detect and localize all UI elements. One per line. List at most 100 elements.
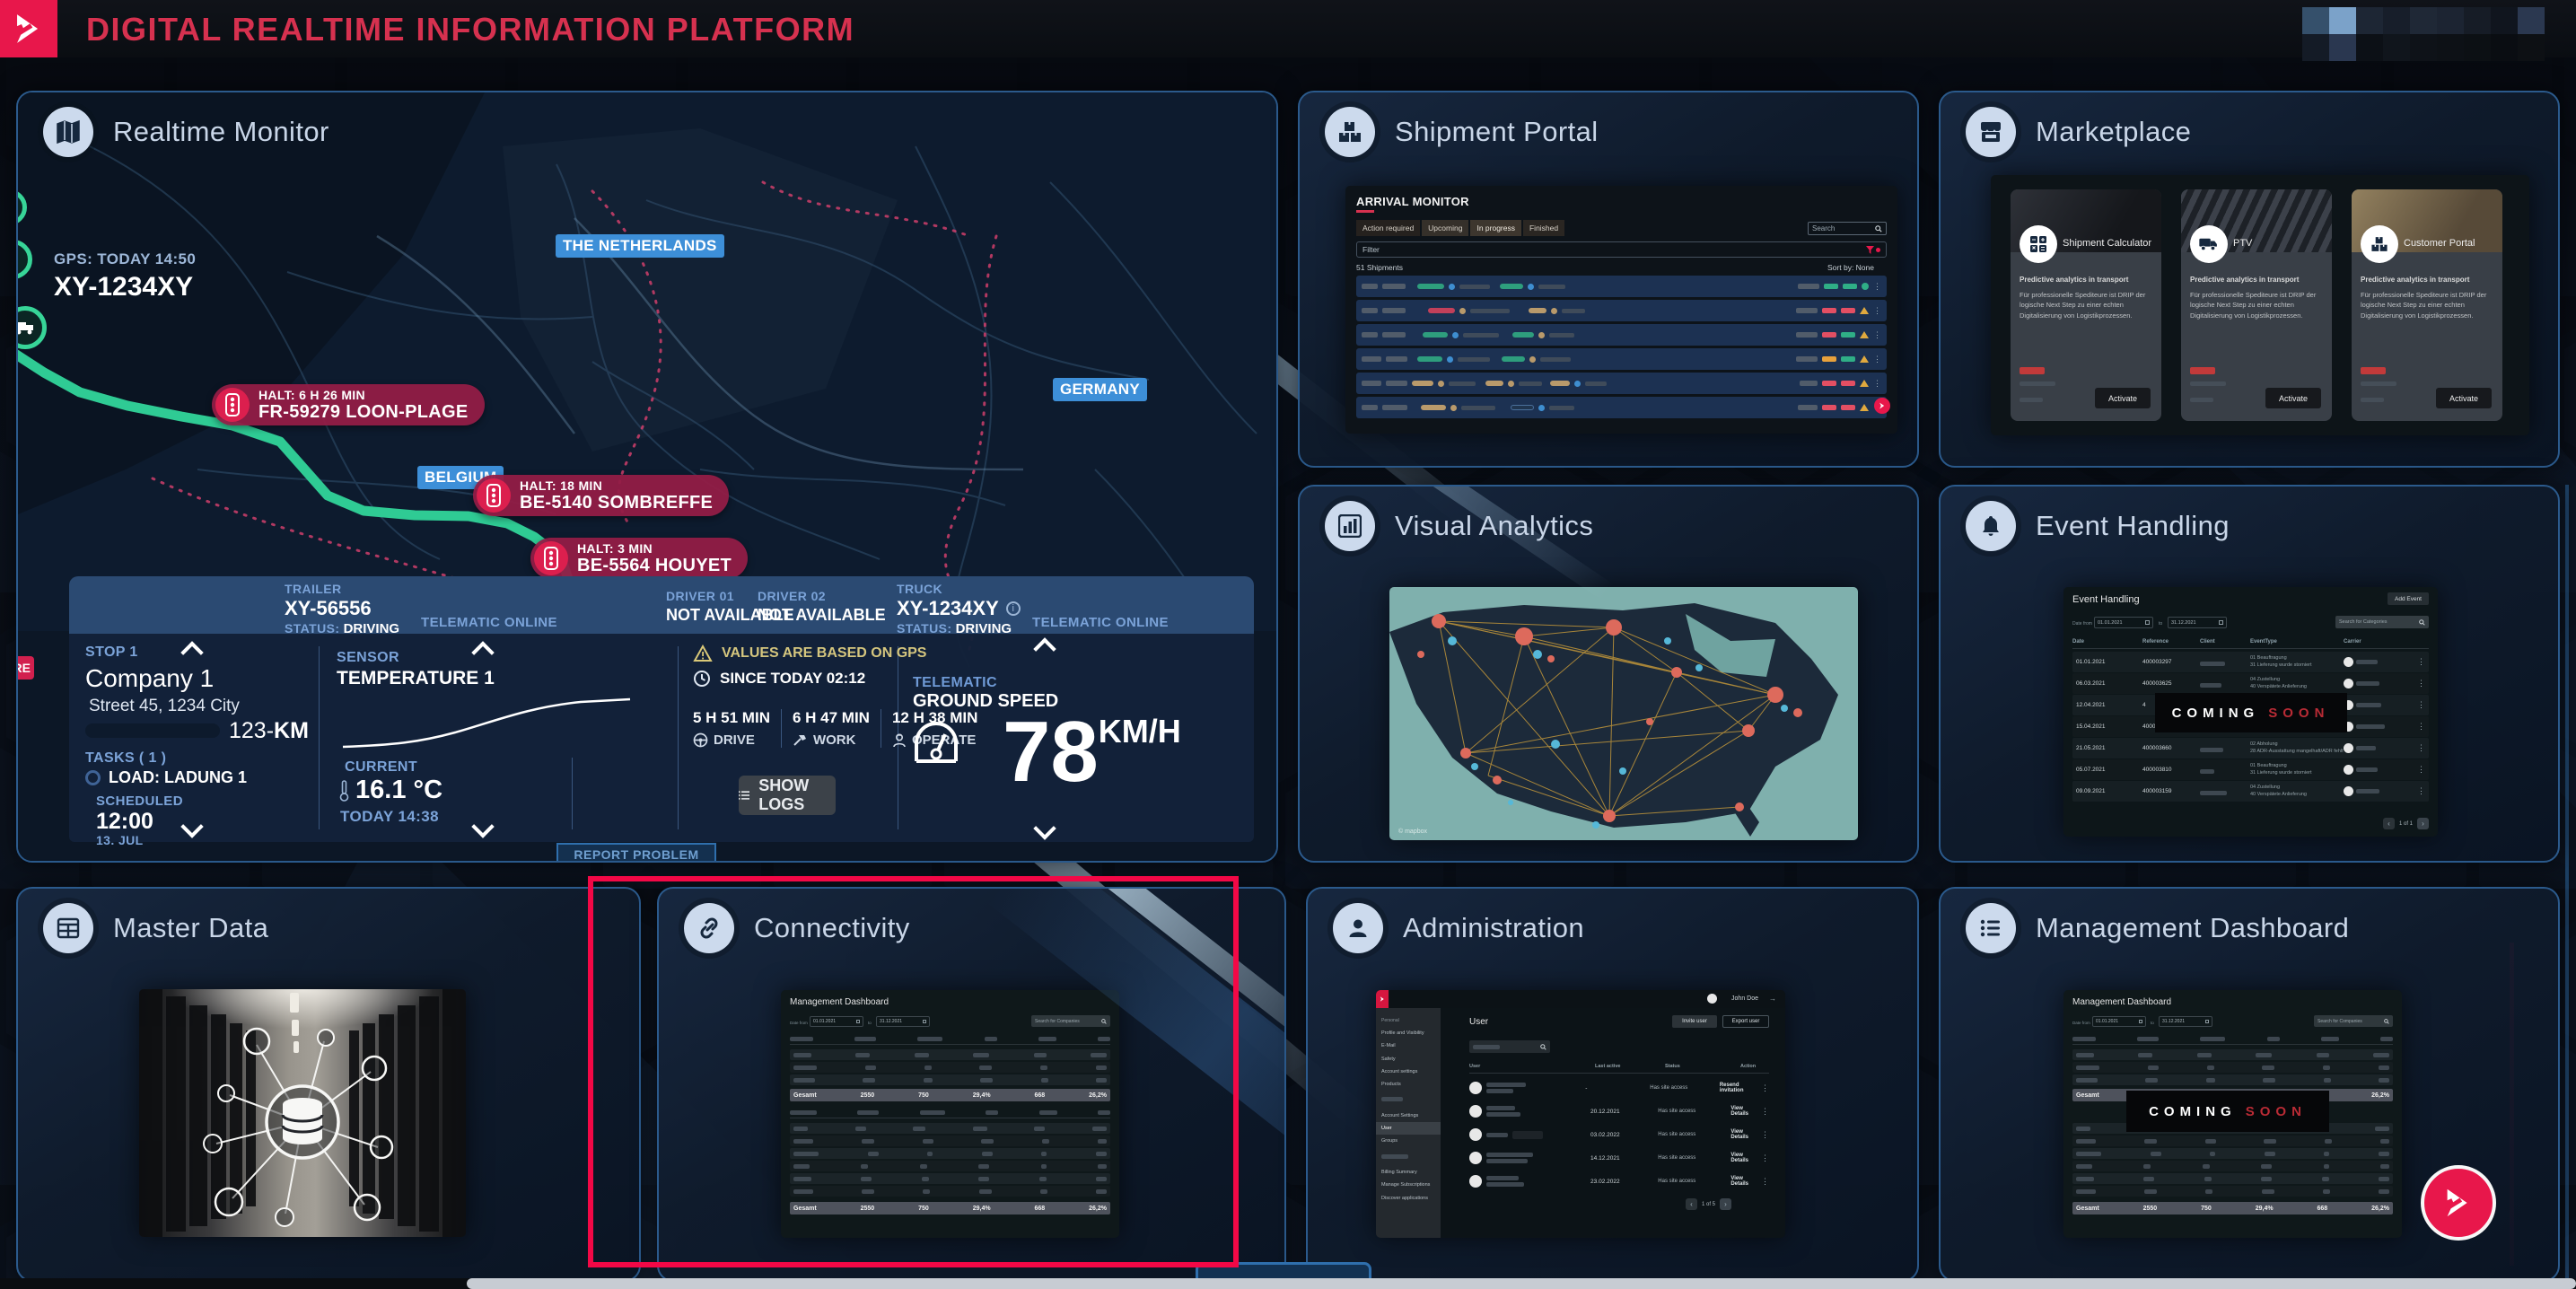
event-row[interactable]: 05.07.2021 400003810 01 Beauftragung 31 L… <box>2072 759 2429 780</box>
horizontal-scrollbar[interactable] <box>0 1278 2576 1289</box>
report-problem-button[interactable]: REPORT PROBLEM <box>556 843 716 861</box>
activate-button[interactable]: Activate <box>2265 388 2321 408</box>
sidebar-item[interactable]: Products <box>1381 1078 1441 1091</box>
card-description: Für professionelle Spediteure ist DRIP d… <box>2361 291 2487 320</box>
sidebar-item[interactable]: Profile and Visibility <box>1381 1027 1441 1039</box>
search-input[interactable]: Search <box>1808 222 1887 235</box>
next-page-button[interactable]: › <box>2417 818 2429 829</box>
search-input[interactable]: Search for Categories <box>2335 616 2429 628</box>
tab-upcoming[interactable]: Upcoming <box>1422 220 1469 236</box>
sidebar-item[interactable]: Billing Summary <box>1381 1166 1441 1179</box>
chevron-up-icon[interactable] <box>180 641 204 664</box>
marketplace-card[interactable]: Shipment Calculator Predictive analytics… <box>2011 189 2161 421</box>
sidebar-item[interactable]: Account settings <box>1381 1065 1441 1078</box>
tile-master-data[interactable]: Master Data <box>16 887 641 1282</box>
search-input[interactable] <box>1469 1040 1550 1053</box>
tile-marketplace[interactable]: Marketplace Shipment Calculator Predicti… <box>1939 91 2560 468</box>
user-row[interactable]: 14.12.2021 Has site access View Details … <box>1469 1146 1769 1170</box>
sidebar-item[interactable]: Groups <box>1381 1135 1441 1147</box>
chevron-up-icon[interactable] <box>471 641 495 664</box>
logout-icon[interactable]: → <box>1769 995 1776 1003</box>
user-row[interactable]: - Has site access Resend invitation ⋮ <box>1469 1076 1769 1100</box>
tile-event-handling[interactable]: Event Handling Event Handling Add Event … <box>1939 485 2560 863</box>
tile-title: Realtime Monitor <box>113 116 329 147</box>
tab-action-required[interactable]: Action required <box>1356 220 1421 236</box>
marketplace-card[interactable]: Customer Portal Predictive analytics in … <box>2352 189 2502 421</box>
event-row[interactable]: 09.09.2021 400003159 04 Zustellung 40 Ver… <box>2072 781 2429 802</box>
activate-button[interactable]: Activate <box>2095 388 2151 408</box>
scrollbar-thumb[interactable] <box>467 1278 2576 1289</box>
management-dashboard-preview[interactable]: Management Dashboard Date from 01.01.202… <box>2063 990 2402 1238</box>
sidebar-item[interactable]: Safety <box>1381 1053 1441 1065</box>
filter-icon <box>1866 245 1874 254</box>
shipment-row[interactable]: ⋮ <box>1356 397 1887 418</box>
shipment-row[interactable]: ⋮ <box>1356 324 1887 346</box>
shipment-row[interactable]: ⋮ <box>1356 276 1887 297</box>
tile-realtime-monitor[interactable]: RE GPS: TODAY 14:50 XY-1234XY THE NETHER… <box>16 91 1278 863</box>
sidebar-item[interactable]: Account Settings <box>1381 1109 1441 1122</box>
tile-administration[interactable]: Administration John Doe → Personal Profi… <box>1306 887 1919 1282</box>
chevron-down-icon[interactable] <box>180 815 204 838</box>
search-input[interactable]: Search for Companies <box>2314 1015 2393 1027</box>
next-page-button[interactable]: › <box>1720 1198 1731 1210</box>
fab-logo-button[interactable] <box>2421 1165 2496 1241</box>
current-time: TODAY 14:38 <box>340 808 439 825</box>
tab-finished[interactable]: Finished <box>1522 220 1565 236</box>
event-handling-preview[interactable]: Event Handling Add Event Date from 01.01… <box>2063 587 2438 837</box>
prev-page-button[interactable]: ‹ <box>1685 1198 1697 1210</box>
user-name: John Doe <box>1731 995 1758 1002</box>
sidebar-item[interactable]: Manage Subscriptions <box>1381 1179 1441 1191</box>
event-row[interactable]: 21.05.2021 400003660 02 Abholung 28 ADR-A… <box>2072 738 2429 758</box>
user-row[interactable]: 03.02.2022 Has site access View Details … <box>1469 1123 1769 1146</box>
tab-in-progress[interactable]: In progress <box>1470 220 1521 236</box>
sidebar-item[interactable]: E-Mail <box>1381 1039 1441 1052</box>
filter-bar[interactable]: Filter <box>1356 241 1887 258</box>
sort-control[interactable]: Sort by: None <box>1827 263 1874 272</box>
event-row[interactable]: 06.03.2021 400003625 04 Zustellung 40 Ver… <box>2072 673 2429 694</box>
search-icon <box>1875 224 1882 232</box>
date-from-input[interactable]: 01.01.2021 <box>2094 617 2153 628</box>
show-logs-button[interactable]: SHOW LOGS <box>739 776 836 815</box>
user-row[interactable]: 23.02.2022 Has site access View Details … <box>1469 1170 1769 1193</box>
storefront-icon <box>1966 107 2016 157</box>
date-from-input[interactable]: 01.01.2021 <box>2092 1016 2146 1027</box>
database-icon <box>281 1098 324 1144</box>
current-temperature: 16.1 °C <box>355 776 443 804</box>
activate-button[interactable]: Activate <box>2436 388 2492 408</box>
event-row[interactable]: 01.01.2021 400003297 01 Beauftragung 31 L… <box>2072 652 2429 672</box>
connectivity-highlight-border <box>588 876 1239 1267</box>
app-title: DIGITAL REALTIME INFORMATION PLATFORM <box>86 11 855 48</box>
halt-marker[interactable]: HALT: 18 MIN BE-5140 SOMBREFFE <box>473 475 730 516</box>
halt-marker[interactable]: HALT: 6 H 26 MIN FR-59279 LOON-PLAGE <box>212 384 485 425</box>
tile-shipment-portal[interactable]: Shipment Portal ARRIVAL MONITOR Action r… <box>1298 91 1919 468</box>
shipment-row[interactable]: ⋮ <box>1356 348 1887 370</box>
shipment-portal-preview[interactable]: ARRIVAL MONITOR Action required Upcoming… <box>1345 186 1897 434</box>
tasks-label: TASKS ( 1 ) <box>85 750 167 766</box>
invite-user-button[interactable]: Invite user <box>1672 1015 1717 1028</box>
page-title: User <box>1469 1017 1489 1027</box>
chevron-down-icon[interactable] <box>1033 817 1056 840</box>
stop-address: Street 45, 1234 City <box>89 697 240 715</box>
administration-preview[interactable]: John Doe → Personal Profile and Visibili… <box>1376 990 1785 1238</box>
tile-visual-analytics[interactable]: Visual Analytics © mapbox <box>1298 485 1919 863</box>
shipment-count: 51 Shipments <box>1356 263 1403 272</box>
export-user-button[interactable]: Export user <box>1722 1015 1769 1028</box>
info-icon[interactable]: i <box>1005 601 1021 616</box>
current-label: CURRENT <box>345 759 418 775</box>
shipment-row[interactable]: ⋮ <box>1356 300 1887 321</box>
app-logo-icon[interactable] <box>0 0 57 57</box>
prev-page-button[interactable]: ‹ <box>2382 818 2395 829</box>
sidebar-item[interactable]: Discover applications <box>1381 1192 1441 1205</box>
shipment-row[interactable]: ⋮ <box>1356 373 1887 394</box>
chevron-up-icon[interactable] <box>1033 637 1056 661</box>
sensor-name: TEMPERATURE 1 <box>337 668 495 688</box>
halt-marker[interactable]: HALT: 3 MIN BE-5564 HOUYET <box>530 538 749 579</box>
trailer-telematic: TELEMATIC ONLINE <box>421 615 557 630</box>
marketplace-card[interactable]: PTV Predictive analytics in transport Fü… <box>2181 189 2332 421</box>
date-to-input[interactable]: 31.12.2021 <box>2168 617 2227 628</box>
sidebar-item-selected[interactable]: User <box>1376 1122 1441 1136</box>
date-to-input[interactable]: 31.12.2021 <box>2159 1016 2212 1027</box>
chevron-down-icon[interactable] <box>471 815 495 838</box>
user-row[interactable]: 20.12.2021 Has site access View Details … <box>1469 1100 1769 1123</box>
add-event-button[interactable]: Add Event <box>2388 592 2429 605</box>
